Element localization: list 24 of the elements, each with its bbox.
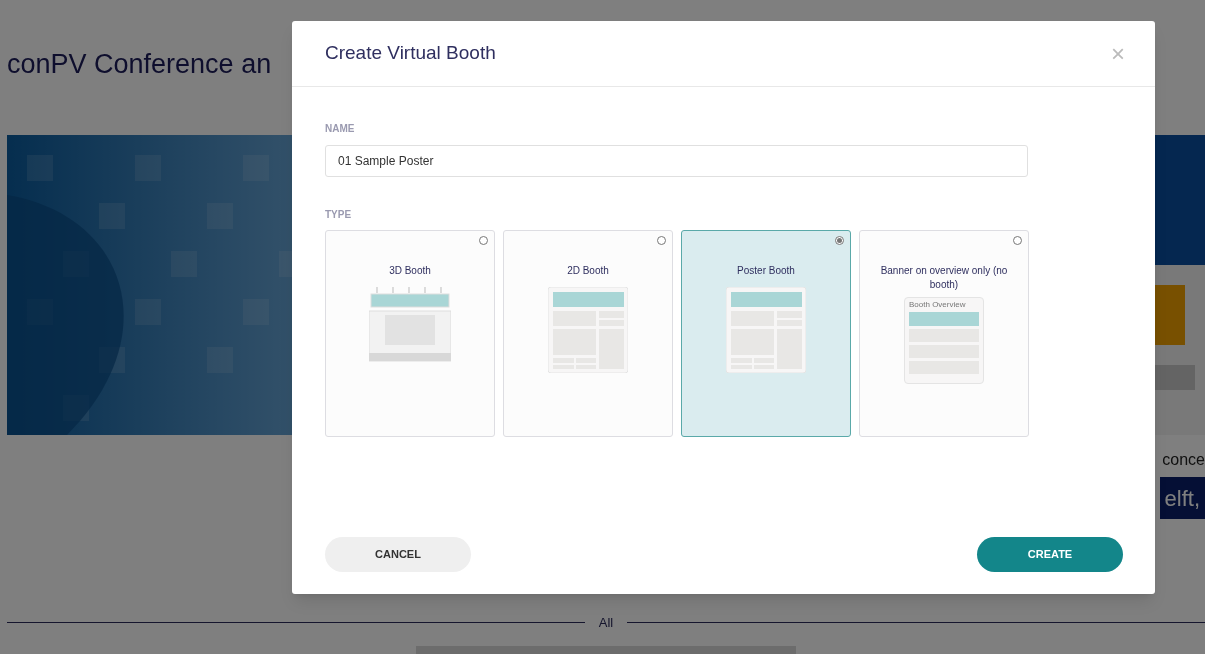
option-label: 3D Booth — [389, 264, 431, 278]
field-label: TYPE — [325, 208, 353, 222]
location-band: elft, — [1159, 477, 1205, 519]
page-text: conce — [1162, 450, 1205, 470]
radio-button[interactable] — [657, 236, 666, 245]
radio-button[interactable] — [1013, 236, 1022, 245]
page-title: conPV Conference an — [7, 48, 272, 82]
dialog-title: Create Virtual Booth — [325, 41, 496, 66]
cancel-button[interactable]: CANCEL — [325, 537, 471, 572]
field-label: NAME — [325, 122, 356, 136]
preview-banner — [909, 312, 979, 326]
radio-button[interactable] — [835, 236, 844, 245]
booth-type-option[interactable]: 2D Booth — [503, 230, 673, 437]
option-label: 2D Booth — [567, 264, 609, 278]
radio-button[interactable] — [479, 236, 488, 245]
option-label: Poster Booth — [737, 264, 795, 278]
option-label: Banner on overview only (no booth) — [879, 264, 1009, 292]
create-button[interactable]: CREATE — [977, 537, 1123, 572]
booth-type-option[interactable]: Poster Booth — [681, 230, 851, 437]
booth-type-option[interactable]: 3D Booth — [325, 230, 495, 437]
booth-type-option[interactable]: Banner on overview only (no booth) Booth Overview — [859, 230, 1029, 437]
filter-label[interactable]: All — [598, 612, 614, 632]
name-field[interactable]: 01 Sample Poster — [325, 145, 1028, 177]
preview-caption: Booth Overview — [909, 300, 967, 309]
